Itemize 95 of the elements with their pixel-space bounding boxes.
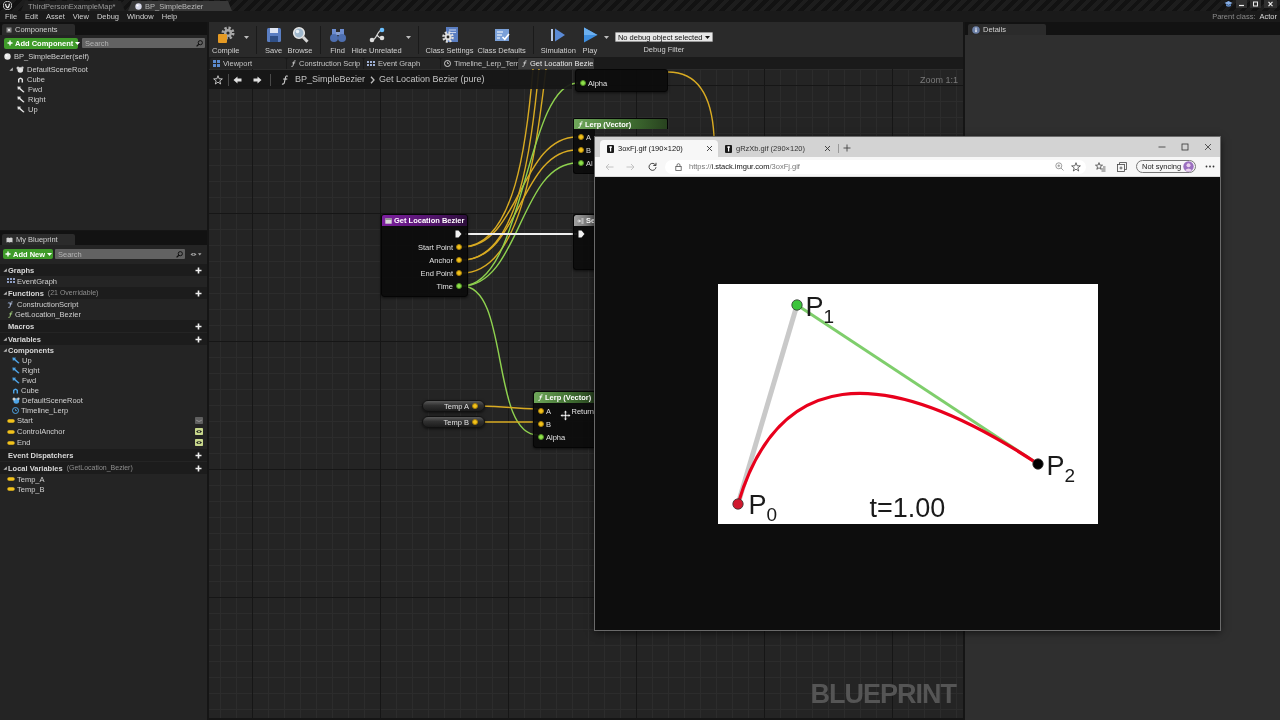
function-icon: [7, 300, 15, 308]
caret-icon: [47, 252, 53, 256]
pin-dot-icon[interactable]: [538, 408, 544, 414]
caret-icon[interactable]: [405, 36, 411, 39]
function-icon: [577, 120, 583, 128]
list-arrow-icon: [577, 217, 584, 224]
pin-dot-icon[interactable]: [538, 421, 544, 427]
breadcrumb-current: Get Location Bezier (pure): [379, 74, 485, 85]
arrow-pin-icon[interactable]: [578, 230, 585, 238]
point-label: P$_{0}$: [748, 491, 778, 519]
pin-dot-icon[interactable]: [472, 403, 478, 409]
clock-icon: [444, 60, 451, 67]
star-icon[interactable]: [1071, 161, 1081, 172]
gear-icon: [216, 26, 235, 44]
plus-icon: [7, 40, 13, 46]
close-icon[interactable]: [1264, 0, 1277, 8]
viewport-icon: [213, 60, 220, 67]
component-icon: [6, 26, 12, 33]
refresh-icon[interactable]: [648, 162, 657, 171]
page-icon: [607, 144, 614, 153]
function-icon: [290, 60, 296, 67]
sphere-cluster-icon: [16, 65, 24, 73]
close-icon[interactable]: [1204, 143, 1212, 151]
caret-icon[interactable]: [603, 36, 609, 39]
graduation-cap-icon[interactable]: [1224, 0, 1233, 8]
maximize-icon[interactable]: [1181, 143, 1189, 151]
eye-icon[interactable]: [190, 251, 202, 257]
search-icon: [176, 250, 183, 258]
sphere-cluster-icon: [12, 396, 20, 404]
pin-dot-icon[interactable]: [578, 147, 584, 153]
caret-icon[interactable]: [243, 36, 249, 39]
pin-dot-icon[interactable]: [578, 134, 584, 140]
forward-arrow-icon[interactable]: [253, 75, 262, 84]
expanded-arrow-icon[interactable]: [3, 466, 7, 470]
pin-dot-icon[interactable]: [472, 419, 478, 425]
point-label: P$_{1}$: [805, 293, 835, 321]
pin-dot-icon[interactable]: [580, 80, 586, 86]
zoom-level-label: Zoom 1:1: [919, 75, 958, 86]
restore-icon[interactable]: [1250, 0, 1261, 8]
node-graph-icon: [367, 26, 386, 44]
checklist-icon: [492, 26, 511, 44]
eye-icon[interactable]: [195, 428, 203, 435]
function-icon: [521, 60, 527, 67]
gear-document-icon: [440, 26, 459, 44]
page-icon: [725, 144, 732, 153]
wire: [667, 71, 715, 137]
lock-icon: [675, 162, 682, 171]
expanded-arrow-icon[interactable]: [3, 337, 7, 341]
binoculars-icon: [328, 26, 347, 44]
expanded-arrow-icon[interactable]: [3, 268, 7, 272]
zoom-in-icon[interactable]: [1055, 162, 1064, 171]
point-label: P$_{2}$: [1046, 452, 1076, 480]
chevron-icon: [370, 75, 376, 84]
star-list-icon[interactable]: [1095, 161, 1106, 172]
caret-icon: [704, 35, 710, 39]
back-arrow-icon[interactable]: [233, 75, 242, 84]
pin-dot-icon[interactable]: [456, 257, 462, 263]
panel-icon: [385, 217, 392, 224]
expanded-arrow-icon[interactable]: [3, 291, 7, 295]
avatar-icon: [1183, 161, 1194, 172]
breadcrumb-link[interactable]: BP_SimpleBezier: [295, 74, 366, 85]
info-badge-icon: [972, 25, 980, 34]
expanded-arrow-icon[interactable]: [9, 67, 13, 71]
close-icon[interactable]: [824, 145, 831, 152]
pin-dot-icon[interactable]: [538, 434, 544, 440]
pin-dot-icon[interactable]: [456, 244, 462, 250]
grid-icon: [7, 278, 15, 284]
expanded-arrow-icon[interactable]: [3, 348, 7, 352]
caret-icon: [75, 41, 81, 45]
function-icon: [280, 74, 288, 85]
stacked-squares-icon[interactable]: [1117, 161, 1127, 172]
pin-dot-icon[interactable]: [456, 283, 462, 289]
sphere-icon: [135, 2, 142, 10]
sphere-icon: [4, 52, 11, 60]
function-icon: [7, 310, 13, 318]
logo-icon[interactable]: [3, 1, 12, 10]
function-icon: [537, 394, 543, 401]
parameter-label: t=1.00: [869, 494, 946, 522]
arch-icon: [17, 75, 24, 83]
arrow-pin-icon[interactable]: [455, 230, 462, 238]
clock-icon: [12, 406, 19, 414]
pin-dot-icon[interactable]: [578, 160, 584, 166]
move-cursor-icon: [560, 410, 571, 421]
magnifier-icon: [291, 26, 309, 44]
book-icon: [6, 236, 13, 243]
plus-icon: [5, 251, 11, 257]
grid-icon: [367, 60, 375, 67]
more-icon[interactable]: [1205, 165, 1215, 168]
pin-dot-icon[interactable]: [456, 270, 462, 276]
eye-icon[interactable]: [195, 439, 203, 446]
close-icon[interactable]: [706, 145, 713, 152]
search-icon: [196, 39, 203, 47]
minimize-icon[interactable]: [1236, 0, 1247, 8]
graph-type-label: BLUEPRINT: [810, 681, 956, 708]
arch-icon: [12, 386, 19, 394]
